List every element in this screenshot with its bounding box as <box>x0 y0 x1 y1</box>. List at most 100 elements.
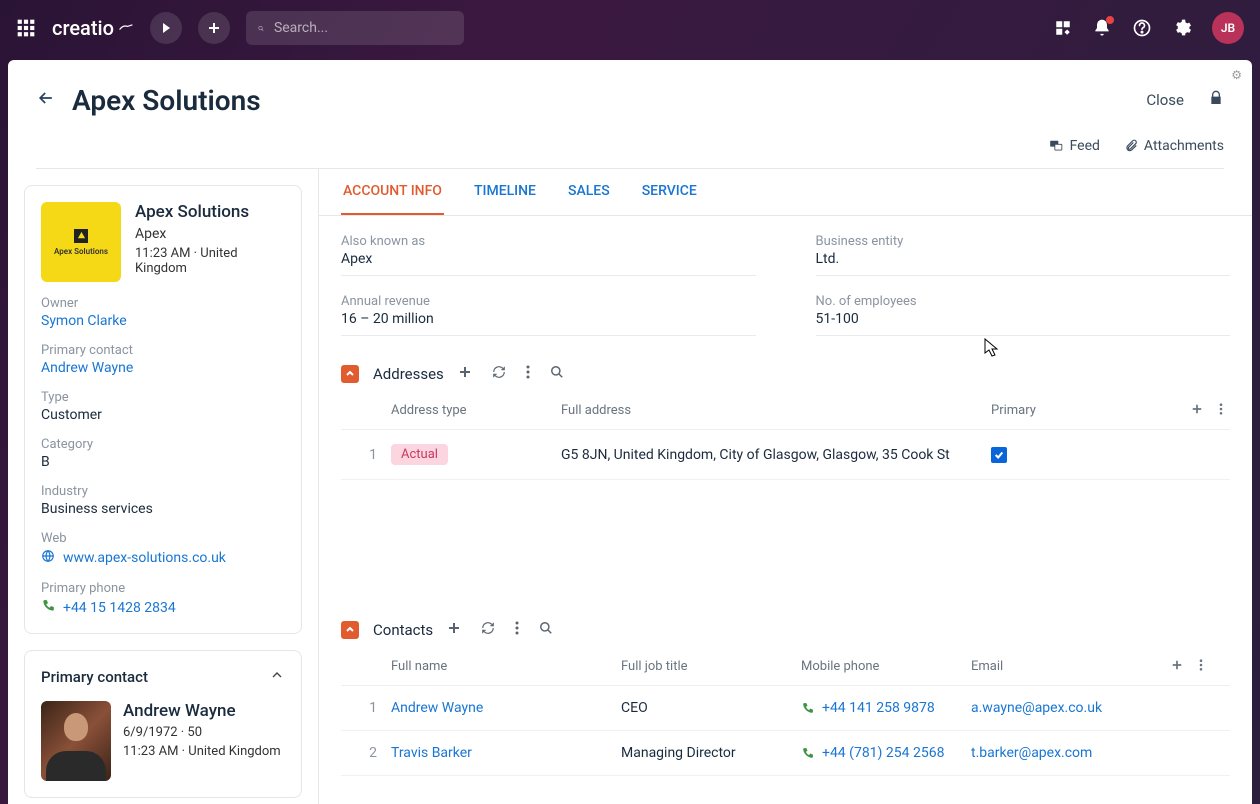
addresses-actions <box>458 364 564 383</box>
mobile-value[interactable]: +44 141 258 9878 <box>822 700 935 716</box>
contacts-table: Full name Full job title Mobile phone Em… <box>341 649 1230 776</box>
search-input[interactable] <box>274 20 452 36</box>
primary-contact-value[interactable]: Andrew Wayne <box>41 360 285 376</box>
global-search[interactable] <box>246 11 464 45</box>
type-value: Customer <box>41 407 285 423</box>
owner-value[interactable]: Symon Clarke <box>41 313 285 329</box>
field-revenue[interactable]: Annual revenue 16 – 20 million <box>341 294 756 336</box>
addresses-more-icon[interactable] <box>526 364 530 383</box>
contact-email[interactable]: a.wayne@apex.co.uk <box>971 700 1151 716</box>
field-employees[interactable]: No. of employees 51-100 <box>816 294 1231 336</box>
phone-icon <box>801 747 814 760</box>
notification-badge <box>1106 16 1114 24</box>
field-primary-contact[interactable]: Primary contact Andrew Wayne <box>41 343 285 376</box>
contacts-head-more-icon[interactable] <box>1199 659 1203 675</box>
lock-icon[interactable] <box>1208 90 1224 110</box>
play-button[interactable] <box>150 12 182 44</box>
contacts-section: Contacts Full name Full job title <box>341 620 1230 776</box>
col-mobile[interactable]: Mobile phone <box>801 659 971 675</box>
contacts-search-icon[interactable] <box>539 620 553 639</box>
contact-title: CEO <box>621 700 801 716</box>
contact-text: Andrew Wayne 6/9/1972 · 50 11:23 AM · Un… <box>123 701 281 781</box>
addresses-head-more-icon[interactable] <box>1219 403 1223 419</box>
addresses-add-icon[interactable] <box>458 364 472 383</box>
field-industry[interactable]: Industry Business services <box>41 484 285 517</box>
contacts-add-icon[interactable] <box>447 620 461 639</box>
contact-photo[interactable] <box>41 701 111 781</box>
notifications-icon[interactable] <box>1092 18 1112 38</box>
contacts-collapse-icon[interactable] <box>341 621 359 639</box>
phone-value[interactable]: +44 15 1428 2834 <box>63 600 176 616</box>
field-entity[interactable]: Business entity Ltd. <box>816 234 1231 276</box>
addresses-collapse-icon[interactable] <box>341 365 359 383</box>
primary-check-icon[interactable] <box>991 447 1007 463</box>
help-icon[interactable] <box>1132 18 1152 38</box>
contacts-refresh-icon[interactable] <box>481 620 495 639</box>
web-value[interactable]: www.apex-solutions.co.uk <box>63 550 226 566</box>
paperclip-icon <box>1124 138 1138 154</box>
contact-meta: 11:23 AM · United Kingdom <box>123 744 281 759</box>
account-card: Apex Solutions Apex Solutions Apex 11:23… <box>24 185 302 634</box>
phone-icon <box>801 702 814 715</box>
table-row[interactable]: 1 Andrew Wayne CEO +44 141 258 9878 a.wa… <box>341 686 1230 731</box>
field-category[interactable]: Category B <box>41 437 285 470</box>
feed-button[interactable]: Feed <box>1048 138 1100 154</box>
field-aka[interactable]: Also known as Apex <box>341 234 756 276</box>
addresses-table-head: Address type Full address Primary <box>341 393 1230 430</box>
topbar-right: JB <box>1054 12 1244 44</box>
contact-head: Andrew Wayne 6/9/1972 · 50 11:23 AM · Un… <box>41 701 285 781</box>
col-job-title[interactable]: Full job title <box>621 659 801 675</box>
chevron-up-icon[interactable] <box>269 667 285 687</box>
type-label: Type <box>41 390 285 405</box>
table-row[interactable]: 1 Actual G5 8JN, United Kingdom, City of… <box>341 430 1230 480</box>
field-web[interactable]: Web www.apex-solutions.co.uk <box>41 531 285 567</box>
owner-label: Owner <box>41 296 285 311</box>
addresses-search-icon[interactable] <box>550 364 564 383</box>
tab-timeline[interactable]: TIMELINE <box>472 169 538 215</box>
user-avatar[interactable]: JB <box>1212 12 1244 44</box>
add-button[interactable] <box>198 12 230 44</box>
web-label: Web <box>41 531 285 546</box>
col-email[interactable]: Email <box>971 659 1151 675</box>
contact-name-link[interactable]: Travis Barker <box>391 745 621 761</box>
apps-grid-icon[interactable] <box>16 18 36 38</box>
tab-account-info[interactable]: ACCOUNT INFO <box>341 169 444 215</box>
contact-mobile[interactable]: +44 141 258 9878 <box>801 700 971 716</box>
main: ACCOUNT INFO TIMELINE SALES SERVICE Also… <box>318 169 1252 804</box>
marketplace-icon[interactable] <box>1054 19 1072 37</box>
col-full-address[interactable]: Full address <box>561 403 991 419</box>
contacts-actions <box>447 620 553 639</box>
contact-name-link[interactable]: Andrew Wayne <box>391 700 621 716</box>
close-button[interactable]: Close <box>1146 91 1184 109</box>
brand-logo[interactable]: creatio <box>52 16 134 40</box>
account-head-text: Apex Solutions Apex 11:23 AM · United Ki… <box>135 202 285 282</box>
address-full: G5 8JN, United Kingdom, City of Glasgow,… <box>561 447 991 463</box>
field-phone[interactable]: Primary phone +44 15 1428 2834 <box>41 581 285 617</box>
contact-email[interactable]: t.barker@apex.com <box>971 745 1151 761</box>
addresses-refresh-icon[interactable] <box>492 364 506 383</box>
attachments-button[interactable]: Attachments <box>1124 138 1224 154</box>
content: Also known as Apex Business entity Ltd. … <box>319 216 1252 804</box>
contact-mobile[interactable]: +44 (781) 254 2568 <box>801 745 971 761</box>
employees-label: No. of employees <box>816 294 1231 309</box>
settings-icon[interactable] <box>1172 18 1192 38</box>
aka-value: Apex <box>341 251 756 267</box>
field-type[interactable]: Type Customer <box>41 390 285 423</box>
field-owner[interactable]: Owner Symon Clarke <box>41 296 285 329</box>
col-primary[interactable]: Primary <box>991 403 1151 419</box>
config-gear-icon[interactable]: ⚙ <box>1231 68 1242 82</box>
entity-label: Business entity <box>816 234 1231 249</box>
back-arrow-icon[interactable] <box>36 88 56 112</box>
contacts-more-icon[interactable] <box>515 620 519 639</box>
table-row[interactable]: 2 Travis Barker Managing Director +44 (7… <box>341 731 1230 776</box>
contacts-head-add-icon[interactable] <box>1171 659 1183 675</box>
col-full-name[interactable]: Full name <box>391 659 621 675</box>
tab-sales[interactable]: SALES <box>566 169 612 215</box>
account-logo[interactable]: Apex Solutions <box>41 202 121 282</box>
attachments-label: Attachments <box>1144 138 1224 154</box>
addresses-head-add-icon[interactable] <box>1191 403 1203 419</box>
col-address-type[interactable]: Address type <box>391 403 561 419</box>
tab-service[interactable]: SERVICE <box>640 169 699 215</box>
mobile-value[interactable]: +44 (781) 254 2568 <box>822 745 944 761</box>
search-icon <box>258 21 264 36</box>
